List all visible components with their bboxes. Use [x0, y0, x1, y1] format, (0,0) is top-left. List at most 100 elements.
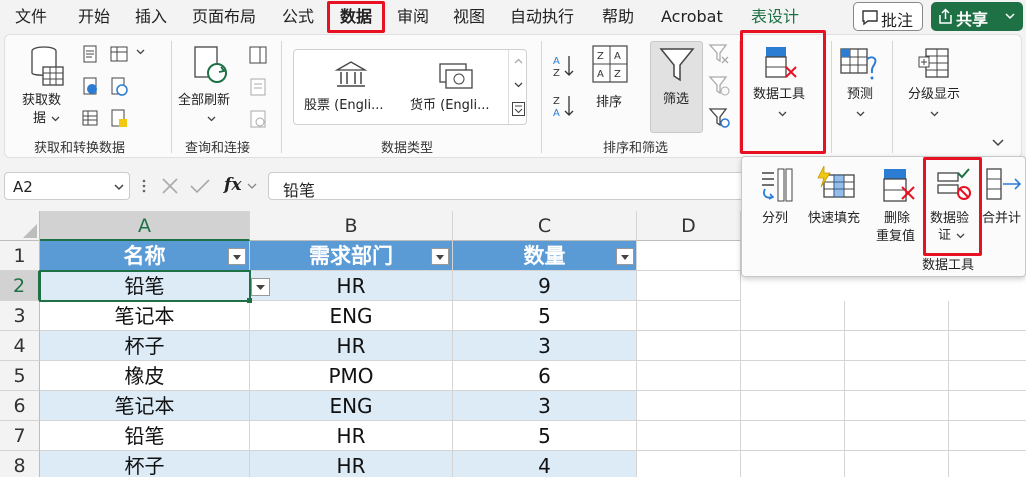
empty-cell[interactable] — [741, 361, 845, 391]
fill-handle[interactable] — [247, 298, 252, 303]
empty-cell[interactable] — [637, 241, 741, 271]
row-header-6[interactable]: 6 — [0, 391, 40, 421]
tab-help[interactable]: 帮助 — [602, 7, 634, 27]
tab-review[interactable]: 审阅 — [397, 7, 429, 27]
from-table-icon[interactable] — [81, 109, 99, 127]
properties-icon[interactable] — [248, 77, 268, 97]
row-header-2[interactable]: 2 — [0, 271, 40, 301]
tab-acrobat[interactable]: Acrobat — [661, 7, 723, 27]
stocks-button[interactable]: 股票 (Engli... — [300, 54, 402, 122]
empty-cell[interactable] — [741, 391, 845, 421]
recent-sources-icon[interactable] — [109, 45, 131, 63]
empty-cell[interactable] — [949, 301, 1026, 331]
empty-cell[interactable] — [949, 391, 1026, 421]
empty-cell[interactable] — [845, 361, 949, 391]
outline-button[interactable]: 分级显示 — [898, 39, 970, 133]
empty-cell[interactable] — [949, 331, 1026, 361]
tab-view[interactable]: 视图 — [453, 7, 485, 27]
table-cell[interactable]: 笔记本 — [40, 301, 250, 331]
row-header-4[interactable]: 4 — [0, 331, 40, 361]
tab-formulas[interactable]: 公式 — [282, 7, 314, 27]
reapply-filter-icon[interactable] — [708, 75, 730, 97]
table-cell[interactable]: 3 — [453, 331, 637, 361]
table-cell[interactable]: ENG — [250, 391, 453, 421]
table-cell[interactable]: 杯子 — [40, 451, 250, 477]
table-cell[interactable]: PMO — [250, 361, 453, 391]
table-cell[interactable]: 橡皮 — [40, 361, 250, 391]
empty-cell[interactable] — [949, 451, 1026, 477]
sort-button[interactable]: Z A A Z 排序 — [588, 43, 632, 123]
in-cell-dropdown-button[interactable] — [251, 278, 270, 296]
tab-insert[interactable]: 插入 — [135, 7, 167, 27]
table-header-cell[interactable]: 名称 — [40, 241, 250, 271]
table-cell[interactable]: HR — [250, 271, 453, 301]
empty-cell[interactable] — [845, 421, 949, 451]
name-box[interactable]: A2 — [4, 172, 130, 200]
row-header-3[interactable]: 3 — [0, 301, 40, 331]
forecast-button[interactable]: 预测 — [836, 39, 886, 133]
column-header-c[interactable]: C — [453, 211, 637, 241]
row-header-5[interactable]: 5 — [0, 361, 40, 391]
empty-cell[interactable] — [637, 331, 741, 361]
insert-function-button[interactable]: fx — [224, 175, 241, 195]
sort-ascending-icon[interactable]: A Z — [552, 53, 576, 79]
table-header-cell[interactable]: 需求部门 — [250, 241, 453, 271]
filter-button[interactable]: 筛选 — [650, 41, 703, 133]
formula-input[interactable]: 铅笔 — [268, 172, 748, 200]
table-cell[interactable]: 4 — [453, 451, 637, 477]
queries-connections-icon[interactable] — [248, 45, 268, 65]
empty-cell[interactable] — [741, 301, 845, 331]
empty-cell[interactable] — [637, 301, 741, 331]
refresh-all-button[interactable]: 全部刷新 — [177, 43, 243, 129]
table-cell[interactable]: 9 — [453, 271, 637, 301]
currency-button[interactable]: 货币 (Engli... — [406, 54, 508, 122]
table-cell[interactable]: HR — [250, 331, 453, 361]
tab-automate[interactable]: 自动执行 — [510, 7, 574, 27]
column-header-a[interactable]: A — [40, 211, 250, 241]
consolidate-button[interactable]: 合并计 — [982, 163, 1026, 237]
table-cell[interactable]: 杯子 — [40, 331, 250, 361]
comments-button[interactable]: 批注 — [853, 2, 923, 31]
collapse-ribbon-icon[interactable] — [992, 139, 1004, 147]
table-cell[interactable]: 6 — [453, 361, 637, 391]
tab-file[interactable]: 文件 — [15, 7, 47, 27]
table-header-cell[interactable]: 数量 — [453, 241, 637, 271]
row-header-7[interactable]: 7 — [0, 421, 40, 451]
column-header-d[interactable]: D — [637, 211, 741, 241]
table-cell[interactable]: 铅笔 — [40, 421, 250, 451]
column-header-b[interactable]: B — [250, 211, 453, 241]
filter-dropdown-button[interactable] — [616, 248, 634, 265]
drag-handle-icon[interactable] — [141, 178, 147, 194]
empty-cell[interactable] — [637, 451, 741, 477]
empty-cell[interactable] — [741, 451, 845, 477]
from-web-icon[interactable] — [81, 77, 99, 95]
tab-table-design[interactable]: 表设计 — [751, 7, 799, 27]
table-cell[interactable]: ENG — [250, 301, 453, 331]
table-cell[interactable]: HR — [250, 451, 453, 477]
filter-dropdown-button[interactable] — [228, 248, 246, 265]
table-cell[interactable]: 5 — [453, 301, 637, 331]
table-cell[interactable]: HR — [250, 421, 453, 451]
clear-filter-icon[interactable] — [708, 43, 730, 65]
from-file-icon[interactable] — [109, 109, 129, 129]
table-cell[interactable]: 笔记本 — [40, 391, 250, 421]
cancel-icon[interactable] — [161, 178, 179, 194]
filter-dropdown-button[interactable] — [431, 248, 449, 265]
data-types-scroll[interactable] — [508, 50, 527, 124]
get-data-button[interactable]: 获取数 据 — [19, 43, 75, 129]
tab-page-layout[interactable]: 页面布局 — [192, 7, 256, 27]
empty-cell[interactable] — [637, 271, 741, 301]
empty-cell[interactable] — [637, 361, 741, 391]
enter-icon[interactable] — [190, 178, 210, 194]
from-text-icon[interactable] — [81, 45, 99, 63]
empty-cell[interactable] — [637, 421, 741, 451]
empty-cell[interactable] — [637, 391, 741, 421]
row-header-1[interactable]: 1 — [0, 241, 40, 271]
remove-duplicates-button[interactable]: 删除 重复值 — [874, 163, 924, 249]
table-cell[interactable]: 3 — [453, 391, 637, 421]
sort-descending-icon[interactable]: Z A — [552, 93, 576, 119]
empty-cell[interactable] — [949, 421, 1026, 451]
empty-cell[interactable] — [741, 421, 845, 451]
text-to-columns-button[interactable]: 分列 — [750, 163, 802, 237]
empty-cell[interactable] — [845, 451, 949, 477]
